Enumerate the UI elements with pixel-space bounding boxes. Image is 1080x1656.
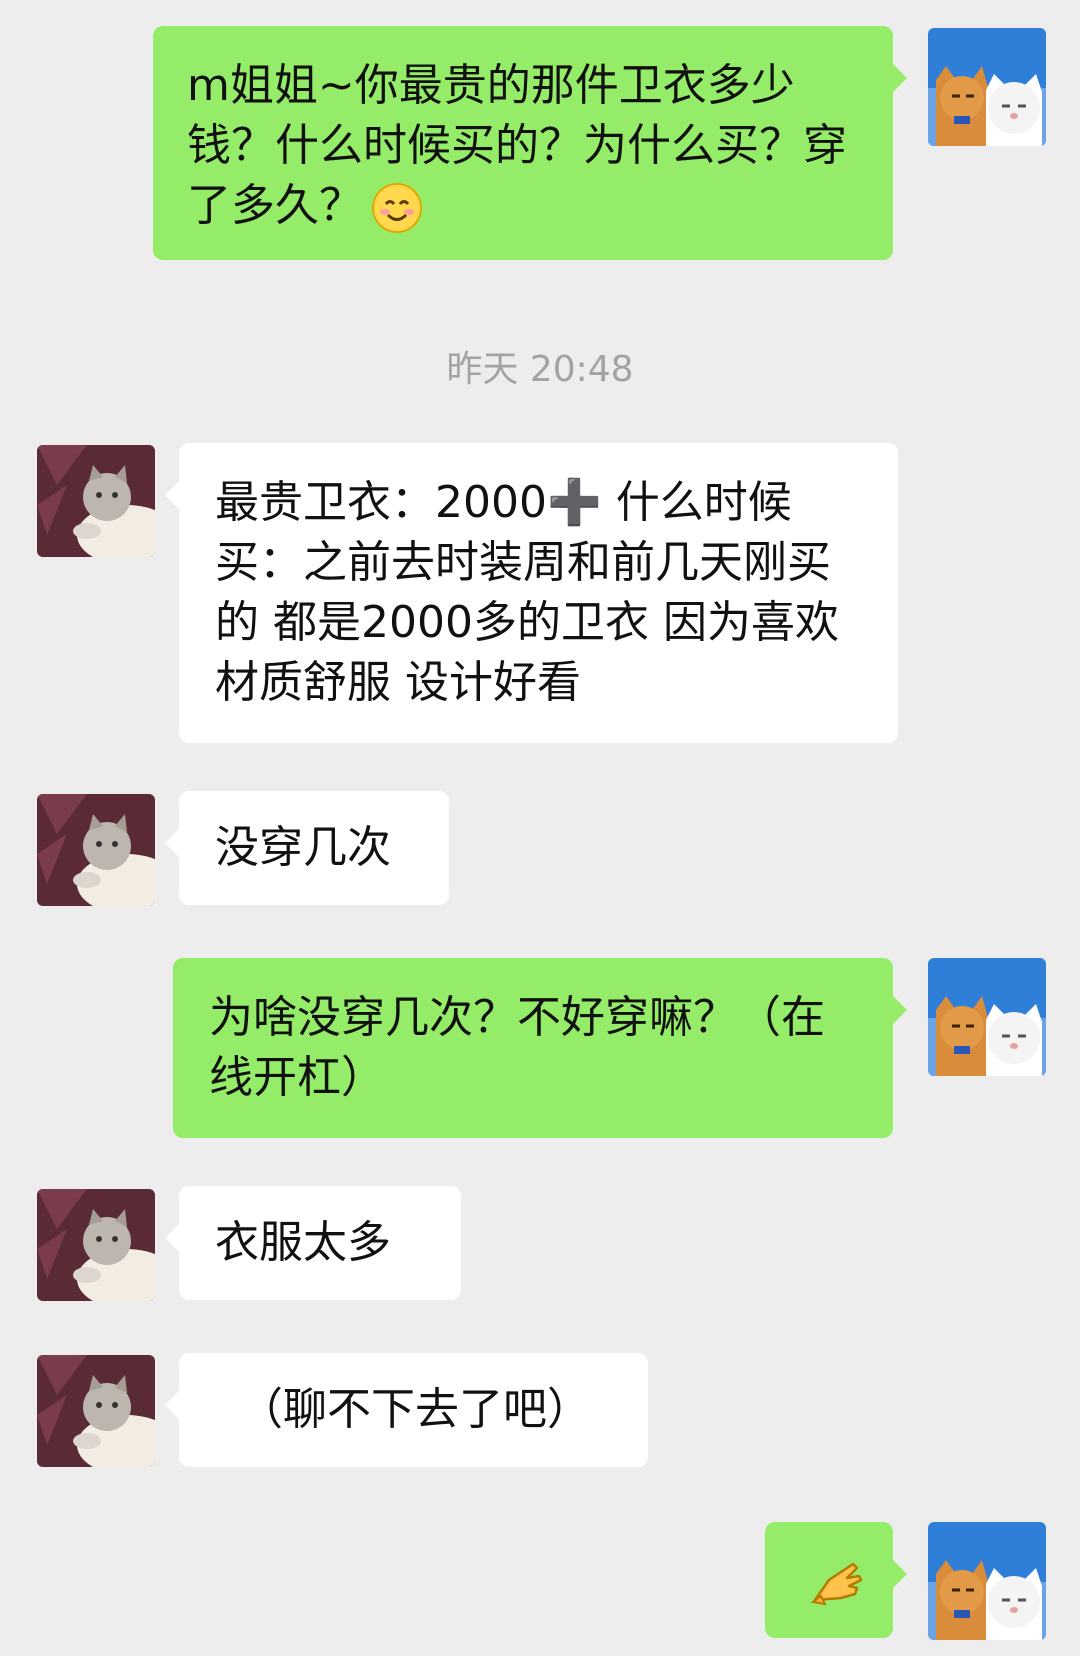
my-avatar[interactable]	[928, 1522, 1046, 1640]
contact-message-bubble[interactable]: 衣服太多	[165, 1186, 461, 1300]
pinched-hand-icon	[807, 1552, 867, 1612]
message-text: （聊不下去了吧）	[239, 1384, 591, 1435]
two-cats-avatar-image	[928, 28, 1046, 146]
kitten-avatar-image	[37, 794, 155, 906]
my-avatar[interactable]	[928, 958, 1046, 1076]
contact-avatar[interactable]	[37, 794, 155, 906]
smiling-face-icon	[371, 182, 423, 234]
two-cats-avatar-image	[928, 1522, 1046, 1640]
my-message-bubble[interactable]: 为啥没穿几次？不好穿嘛？（在线开杠）	[173, 958, 907, 1138]
kitten-avatar-image	[37, 445, 155, 557]
message-text: 衣服太多	[215, 1217, 391, 1268]
message-text: 为啥没穿几次？不好穿嘛？（在线开杠）	[209, 992, 825, 1103]
message-text: m姐姐~你最贵的那件卫衣多少钱？什么时候买的？为什么买？穿了多久？	[187, 60, 847, 231]
two-cats-avatar-image	[928, 958, 1046, 1076]
message-text: 最贵卫衣：2000➕ 什么时候买：之前去时装周和前几天刚买的 都是2000多的卫…	[215, 477, 839, 708]
message-text: 没穿几次	[215, 822, 391, 873]
my-message-bubble[interactable]: m姐姐~你最贵的那件卫衣多少钱？什么时候买的？为什么买？穿了多久？	[153, 26, 907, 260]
kitten-avatar-image	[37, 1189, 155, 1301]
my-avatar[interactable]	[928, 28, 1046, 146]
contact-avatar[interactable]	[37, 445, 155, 557]
message-timestamp: 昨天 20:48	[446, 349, 634, 390]
contact-avatar[interactable]	[37, 1355, 155, 1467]
kitten-avatar-image	[37, 1355, 155, 1467]
my-message-bubble[interactable]	[765, 1522, 907, 1638]
contact-message-bubble[interactable]: 没穿几次	[165, 791, 449, 905]
contact-avatar[interactable]	[37, 1189, 155, 1301]
contact-message-bubble[interactable]: 最贵卫衣：2000➕ 什么时候买：之前去时装周和前几天刚买的 都是2000多的卫…	[165, 443, 898, 743]
contact-message-bubble[interactable]: （聊不下去了吧）	[165, 1353, 648, 1467]
chat-window: m姐姐~你最贵的那件卫衣多少钱？什么时候买的？为什么买？穿了多久？ 昨天 20:…	[0, 0, 1080, 1656]
